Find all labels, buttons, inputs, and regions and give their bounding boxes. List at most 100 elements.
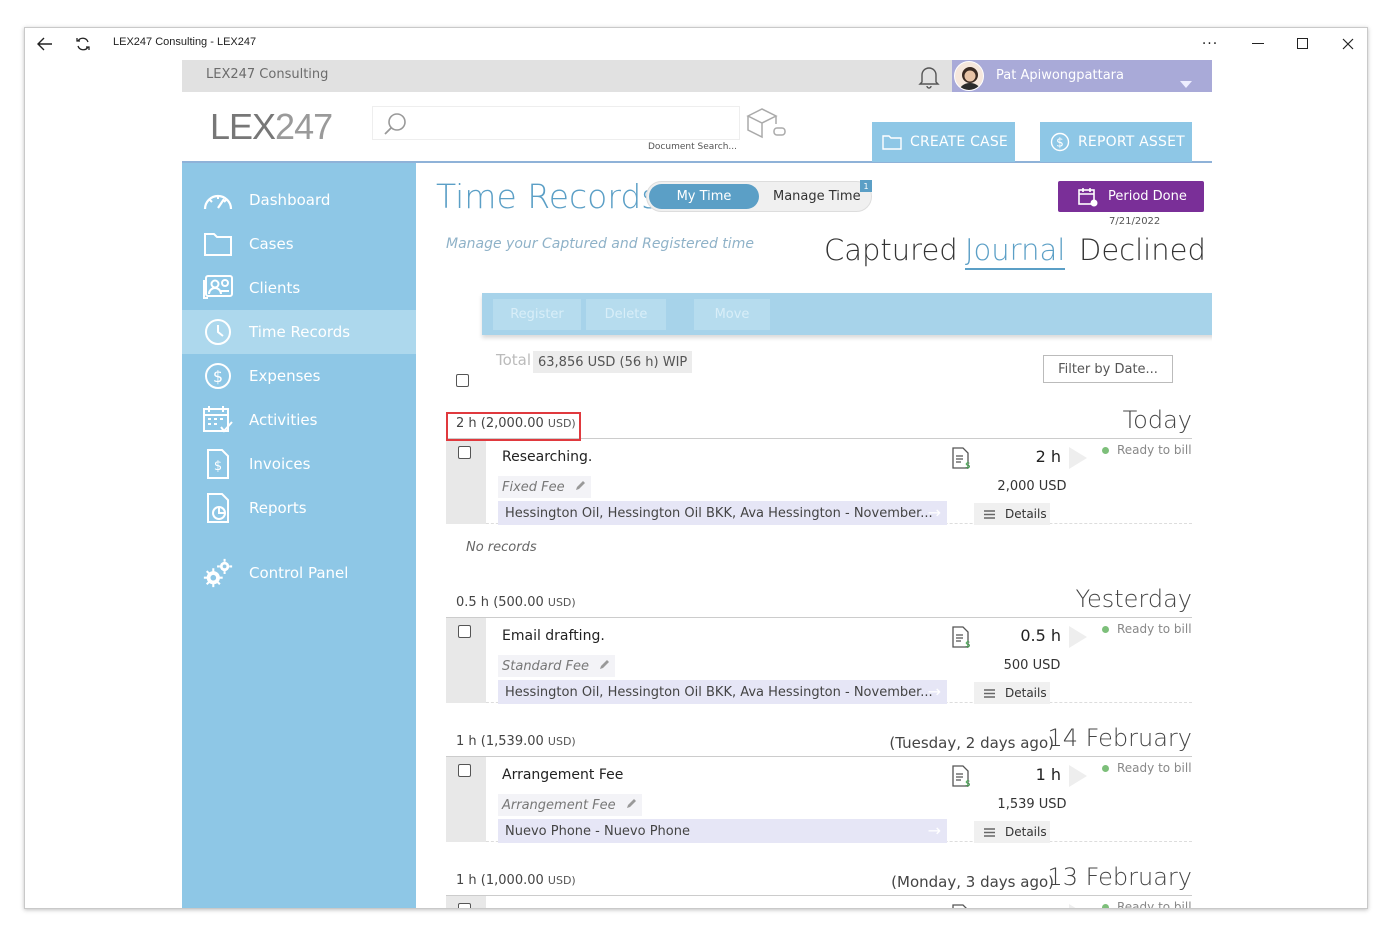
- document-box-icon[interactable]: [744, 106, 786, 144]
- details-button[interactable]: Details: [974, 503, 1050, 525]
- refresh-icon[interactable]: [69, 28, 97, 59]
- fee-type[interactable]: Fixed Fee: [498, 476, 591, 498]
- group-date: 14 February: [1047, 724, 1192, 752]
- sidebar-item-clients[interactable]: Clients: [182, 266, 416, 310]
- minimize-button[interactable]: [1243, 28, 1273, 59]
- create-case-button[interactable]: CREATE CASE: [872, 122, 1015, 162]
- details-button[interactable]: Details: [974, 682, 1050, 704]
- total-value: 63,856 USD (56 h) WIP: [533, 351, 693, 373]
- arrow-right-icon: →: [927, 821, 941, 840]
- menu-icon: [984, 827, 995, 837]
- time-record[interactable]: Ready to bill: [446, 896, 1192, 908]
- record-amount: 500 USD: [1003, 658, 1061, 673]
- sidebar-item-reports[interactable]: Reports: [182, 486, 416, 530]
- filter-by-date-button[interactable]: Filter by Date...: [1043, 355, 1173, 383]
- search-input[interactable]: [372, 106, 740, 140]
- play-icon[interactable]: [1069, 626, 1087, 648]
- sidebar-item-invoices[interactable]: $ Invoices: [182, 442, 416, 486]
- fee-type[interactable]: Standard Fee: [498, 655, 615, 677]
- group-summary: 1 h (1,000.00 USD): [456, 873, 576, 888]
- bell-icon[interactable]: [918, 65, 940, 93]
- tab-journal[interactable]: Journal: [965, 233, 1066, 270]
- sidebar-item-control-panel[interactable]: Control Panel: [182, 551, 416, 595]
- group-summary: 0.5 h (500.00 USD): [456, 595, 576, 610]
- play-icon[interactable]: [1069, 765, 1087, 787]
- svg-text:$: $: [214, 459, 222, 474]
- record-description[interactable]: Researching.: [502, 449, 592, 465]
- svg-text:$: $: [965, 461, 970, 469]
- details-button[interactable]: Details: [974, 821, 1050, 843]
- select-all-checkbox[interactable]: [456, 374, 469, 387]
- sidebar-item-expenses[interactable]: $ Expenses: [182, 354, 416, 398]
- group-summary: 1 h (1,539.00 USD): [456, 734, 576, 749]
- fee-type[interactable]: Arrangement Fee: [498, 794, 642, 816]
- group-date: 13 February: [1047, 863, 1192, 891]
- sidebar-item-activities[interactable]: Activities: [182, 398, 416, 442]
- chevron-down-icon: [1180, 73, 1192, 92]
- no-records-label: No records: [466, 540, 537, 555]
- back-icon[interactable]: [31, 28, 59, 59]
- more-menu-button[interactable]: ···: [1195, 28, 1225, 59]
- maximize-button[interactable]: [1287, 28, 1317, 59]
- arrow-right-icon: →: [927, 503, 941, 522]
- menu-icon: [984, 688, 995, 698]
- logo[interactable]: LEX247: [210, 106, 333, 148]
- period-done-button[interactable]: Period Done: [1058, 181, 1204, 212]
- sidebar-item-time-records[interactable]: Time Records: [182, 310, 416, 354]
- record-amount: 2,000 USD: [997, 479, 1067, 494]
- matter-link[interactable]: Nuevo Phone - Nuevo Phone →: [498, 819, 947, 843]
- highlight-box: [446, 412, 581, 441]
- user-menu[interactable]: Pat Apiwongpattara: [952, 60, 1212, 92]
- page-subtitle: Manage your Captured and Registered time: [446, 236, 754, 252]
- search-hint: Document Search...: [648, 142, 737, 152]
- svg-text:$: $: [213, 367, 223, 386]
- time-record[interactable]: Researching. Fixed Fee Hessington Oil, H…: [446, 439, 1192, 525]
- record-checkbox[interactable]: [458, 625, 471, 638]
- matter-link[interactable]: Hessington Oil, Hessington Oil BKK, Ava …: [498, 501, 947, 525]
- record-checkbox[interactable]: [458, 764, 471, 777]
- svg-text:$: $: [1056, 136, 1064, 150]
- pencil-icon[interactable]: [575, 480, 585, 495]
- tab-captured[interactable]: Captured: [824, 233, 958, 267]
- matter-link[interactable]: Hessington Oil, Hessington Oil BKK, Ava …: [498, 680, 947, 704]
- manage-time-toggle[interactable]: Manage Time: [773, 189, 861, 204]
- contacts-icon: [202, 272, 234, 304]
- play-icon[interactable]: [1069, 904, 1087, 908]
- tab-declined[interactable]: Declined: [1079, 233, 1206, 267]
- org-name: LEX247 Consulting: [206, 67, 329, 82]
- manage-time-badge: 1: [860, 180, 872, 192]
- delete-button[interactable]: Delete: [586, 299, 666, 330]
- record-hours: 0.5 h: [1020, 626, 1061, 645]
- time-scope-toggle: My Time Manage Time 1: [646, 180, 872, 212]
- my-time-toggle[interactable]: My Time: [649, 184, 759, 209]
- app-window: LEX247 Consulting - LEX247 ··· LEX247 Co…: [24, 27, 1368, 909]
- svg-text:$: $: [965, 640, 970, 648]
- pencil-icon[interactable]: [626, 798, 636, 813]
- record-checkbox[interactable]: [458, 903, 471, 908]
- sidebar-item-dashboard[interactable]: Dashboard: [182, 178, 416, 222]
- pencil-icon[interactable]: [599, 659, 609, 674]
- record-status: Ready to bill: [1102, 761, 1192, 775]
- top-bar: LEX247 Consulting Pat Apiwongpattara: [182, 60, 1212, 92]
- sidebar: Dashboard Cases Clients Time Records $ E…: [182, 163, 416, 908]
- move-button[interactable]: Move: [694, 299, 770, 330]
- arrow-right-icon: →: [927, 682, 941, 701]
- user-name: Pat Apiwongpattara: [996, 68, 1124, 83]
- app-content: LEX247 Consulting Pat Apiwongpattara LEX…: [182, 60, 1212, 908]
- close-button[interactable]: [1333, 28, 1363, 59]
- register-button[interactable]: Register: [493, 299, 581, 330]
- group-date: Yesterday: [1075, 585, 1192, 613]
- time-record[interactable]: Email drafting. Standard Fee Hessington …: [446, 618, 1192, 704]
- play-icon[interactable]: [1069, 447, 1087, 469]
- record-hours: 1 h: [1035, 765, 1061, 784]
- billable-doc-icon: $: [952, 626, 971, 650]
- record-description[interactable]: Email drafting.: [502, 628, 605, 644]
- report-asset-button[interactable]: $ REPORT ASSET: [1040, 122, 1192, 162]
- group-date: Today: [1122, 406, 1192, 434]
- record-description[interactable]: Arrangement Fee: [502, 767, 623, 783]
- avatar: [954, 61, 984, 91]
- sidebar-item-cases[interactable]: Cases: [182, 222, 416, 266]
- time-record[interactable]: Arrangement Fee Arrangement Fee Nuevo Ph…: [446, 757, 1192, 843]
- record-checkbox[interactable]: [458, 446, 471, 459]
- main-panel: Time Records My Time Manage Time 1 Perio…: [416, 163, 1212, 908]
